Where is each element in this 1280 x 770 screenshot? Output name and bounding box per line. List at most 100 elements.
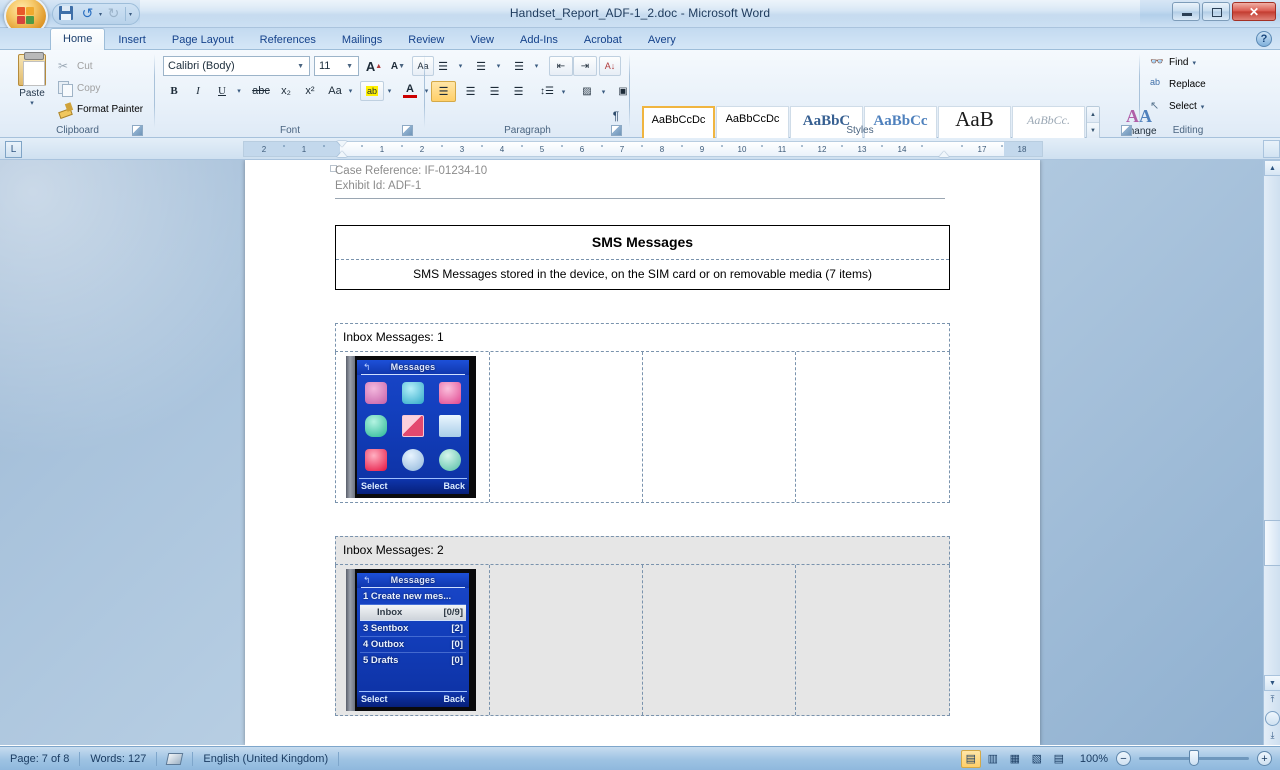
vertical-scrollbar[interactable]: ▲ ▼ ⤒ ⤓ bbox=[1263, 160, 1280, 745]
align-right-button[interactable]: ☰ bbox=[482, 81, 507, 102]
align-left-button[interactable]: ☰ bbox=[431, 81, 456, 102]
draft-view-button[interactable]: ▤ bbox=[1049, 750, 1069, 768]
first-line-indent-marker[interactable] bbox=[337, 141, 347, 147]
text-highlight-button[interactable]: ab bbox=[360, 81, 384, 101]
sort-button[interactable]: A↓ bbox=[599, 56, 621, 76]
web-layout-view-button[interactable]: ▦ bbox=[1005, 750, 1025, 768]
shrink-font-button[interactable]: A ▼ bbox=[387, 56, 409, 76]
cut-button[interactable]: ✂ Cut bbox=[58, 59, 93, 74]
font-color-button[interactable]: A bbox=[399, 81, 421, 101]
tab-acrobat[interactable]: Acrobat bbox=[571, 30, 635, 50]
document-header[interactable]: Case Reference: IF-01234-10 Exhibit Id: … bbox=[335, 164, 945, 194]
strikethrough-button[interactable]: abc bbox=[249, 81, 273, 101]
tab-page-layout[interactable]: Page Layout bbox=[159, 30, 247, 50]
scroll-up-button[interactable]: ▲ bbox=[1264, 160, 1280, 176]
decrease-indent-button[interactable]: ⇤ bbox=[549, 56, 573, 76]
right-indent-marker[interactable] bbox=[939, 151, 949, 157]
numbering-button[interactable]: ☰ bbox=[469, 56, 493, 76]
hanging-indent-marker[interactable] bbox=[337, 151, 347, 157]
styles-scroll-up-button[interactable]: ▲ bbox=[1087, 107, 1099, 124]
horizontal-ruler[interactable]: 2 1 1 2 3 4 5 6 7 8 9 10 11 12 13 14 17 … bbox=[243, 141, 1043, 157]
print-layout-view-button[interactable]: ▤ bbox=[960, 749, 981, 768]
tab-mailings[interactable]: Mailings bbox=[329, 30, 395, 50]
increase-indent-button[interactable]: ⇥ bbox=[573, 56, 597, 76]
find-dropdown-arrow[interactable]: ▾ bbox=[1192, 59, 1196, 67]
line-spacing-button[interactable]: ↕☰ bbox=[535, 81, 559, 102]
center-button[interactable]: ☰ bbox=[458, 81, 483, 102]
styles-dialog-launcher[interactable] bbox=[1121, 125, 1132, 136]
page-number-status[interactable]: Page: 7 of 8 bbox=[0, 747, 79, 770]
zoom-in-button[interactable]: + bbox=[1257, 751, 1272, 766]
justify-button[interactable]: ☰ bbox=[506, 81, 531, 102]
multilevel-dropdown-arrow[interactable]: ▾ bbox=[531, 56, 542, 76]
numbering-dropdown-arrow[interactable]: ▾ bbox=[493, 56, 504, 76]
change-case-button[interactable]: Aa bbox=[323, 81, 347, 101]
close-button[interactable]: ✕ bbox=[1232, 2, 1276, 21]
zoom-level-label[interactable]: 100% bbox=[1070, 753, 1116, 765]
grow-font-button[interactable]: A ▲ bbox=[363, 56, 385, 76]
outline-view-button[interactable]: ▧ bbox=[1027, 750, 1047, 768]
select-browse-object-button[interactable] bbox=[1265, 711, 1280, 726]
tab-insert[interactable]: Insert bbox=[105, 30, 159, 50]
ruler-label: 11 bbox=[777, 145, 787, 154]
language-status[interactable]: English (United Kingdom) bbox=[193, 747, 338, 770]
ruler-label: 6 bbox=[579, 145, 585, 154]
zoom-out-button[interactable]: − bbox=[1116, 751, 1131, 766]
highlight-dropdown-arrow[interactable]: ▾ bbox=[384, 81, 395, 101]
superscript-button[interactable]: x² bbox=[299, 81, 321, 101]
sms-messages-title-table[interactable]: SMS Messages SMS Messages stored in the … bbox=[335, 225, 950, 290]
tab-add-ins[interactable]: Add-Ins bbox=[507, 30, 571, 50]
previous-page-button[interactable]: ⤒ bbox=[1264, 691, 1280, 708]
proofing-status[interactable] bbox=[157, 747, 192, 770]
subscript-button[interactable]: x₂ bbox=[275, 81, 297, 101]
show-formatting-marks-button[interactable]: ¶ bbox=[605, 106, 627, 126]
copy-button[interactable]: Copy bbox=[58, 81, 100, 96]
tab-references[interactable]: References bbox=[247, 30, 329, 50]
word-count-status[interactable]: Words: 127 bbox=[80, 747, 156, 770]
font-name-combo[interactable]: Calibri (Body) ▼ bbox=[163, 56, 310, 76]
proofing-errors-icon bbox=[166, 752, 184, 765]
document-page[interactable]: Case Reference: IF-01234-10 Exhibit Id: … bbox=[245, 160, 1040, 745]
full-screen-reading-view-button[interactable]: ▥ bbox=[983, 750, 1003, 768]
shading-button[interactable]: ▨ bbox=[575, 81, 599, 102]
tab-view[interactable]: View bbox=[457, 30, 507, 50]
change-case-dropdown-arrow[interactable]: ▾ bbox=[345, 81, 356, 101]
multilevel-list-button[interactable]: ☰ bbox=[507, 56, 531, 76]
help-button[interactable]: ? bbox=[1256, 31, 1272, 47]
select-dropdown-arrow[interactable]: ▾ bbox=[1201, 103, 1205, 111]
replace-button[interactable]: ab Replace bbox=[1150, 77, 1206, 92]
paragraph-dialog-launcher[interactable] bbox=[611, 125, 622, 136]
paste-dropdown-arrow[interactable]: ▾ bbox=[10, 99, 54, 107]
font-dialog-launcher[interactable] bbox=[402, 125, 413, 136]
format-painter-button[interactable]: Format Painter bbox=[58, 102, 143, 117]
minimize-button[interactable] bbox=[1172, 2, 1200, 21]
shading-dropdown-arrow[interactable]: ▾ bbox=[598, 81, 609, 102]
underline-dropdown-arrow[interactable]: ▾ bbox=[233, 81, 245, 101]
underline-button[interactable]: U bbox=[211, 81, 233, 101]
next-page-button[interactable]: ⤓ bbox=[1264, 727, 1280, 744]
inbox-messages-section-2[interactable]: Inbox Messages: 2 Messages ↰ 1 Create ne… bbox=[335, 536, 950, 716]
ribbon: Paste ▾ ✂ Cut Copy Format Painter Clipbo… bbox=[0, 50, 1280, 156]
paste-button[interactable]: Paste ▾ bbox=[10, 52, 54, 114]
split-window-handle[interactable] bbox=[1263, 140, 1280, 158]
bold-button[interactable]: B bbox=[163, 81, 185, 101]
inbox-messages-section-1[interactable]: Inbox Messages: 1 Messages ↰ Select Back bbox=[335, 323, 950, 503]
tab-avery[interactable]: Avery bbox=[635, 30, 689, 50]
scroll-down-button[interactable]: ▼ bbox=[1264, 675, 1280, 691]
line-spacing-dropdown-arrow[interactable]: ▾ bbox=[558, 81, 569, 102]
clipboard-dialog-launcher[interactable] bbox=[132, 125, 143, 136]
select-button[interactable]: ↖ Select ▾ bbox=[1150, 99, 1204, 114]
zoom-slider[interactable] bbox=[1139, 750, 1249, 766]
tab-review[interactable]: Review bbox=[395, 30, 457, 50]
restore-button[interactable] bbox=[1202, 2, 1230, 21]
bullets-dropdown-arrow[interactable]: ▾ bbox=[455, 56, 466, 76]
tab-home[interactable]: Home bbox=[50, 28, 106, 50]
status-right-group: ▤ ▥ ▦ ▧ ▤ 100% − + bbox=[960, 749, 1280, 768]
find-button[interactable]: 👓 Find ▾ bbox=[1150, 55, 1196, 70]
italic-button[interactable]: I bbox=[187, 81, 209, 101]
bullets-button[interactable]: ☰ bbox=[431, 56, 455, 76]
font-size-combo[interactable]: 11 ▼ bbox=[314, 56, 359, 76]
zoom-slider-thumb[interactable] bbox=[1189, 750, 1199, 766]
tab-stop-selector[interactable]: L bbox=[5, 141, 22, 158]
scrollbar-thumb[interactable] bbox=[1264, 520, 1280, 566]
